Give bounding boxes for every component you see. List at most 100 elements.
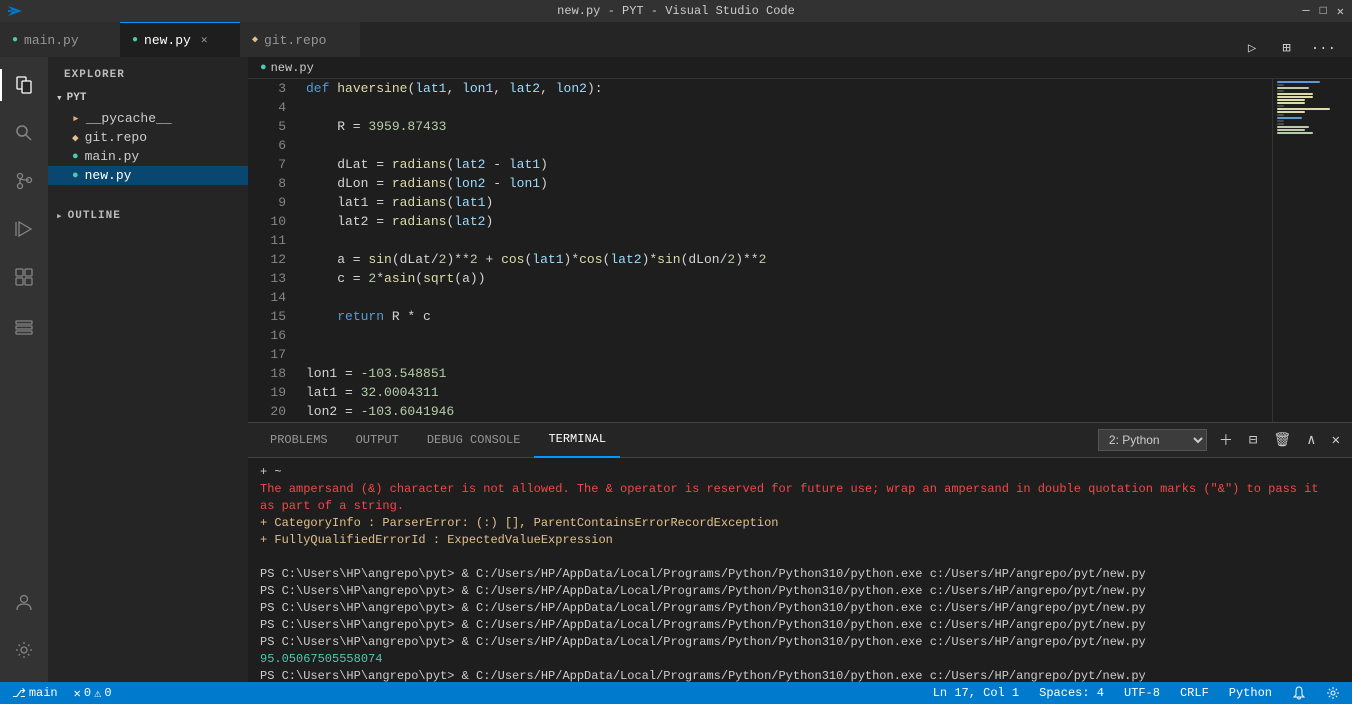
line-number: 4 — [260, 98, 286, 117]
tab-output[interactable]: OUTPUT — [342, 423, 413, 458]
new-py-icon: ● — [132, 35, 138, 46]
status-encoding[interactable]: UTF-8 — [1120, 686, 1164, 700]
git-repo-icon: ◆ — [252, 34, 258, 46]
code-line — [306, 326, 1264, 345]
run-button[interactable]: ▷ — [1236, 40, 1268, 57]
tab-main-py[interactable]: ● main.py — [0, 22, 120, 57]
terminal-shell-select[interactable]: 2: Python 1: PowerShell — [1098, 429, 1207, 451]
terminal-chevron-up-btn[interactable]: ∧ — [1303, 430, 1319, 451]
minimap-lines — [1273, 79, 1352, 137]
activity-search[interactable] — [0, 109, 48, 157]
line-number: 14 — [260, 288, 286, 307]
code-line: lon2 = -103.6041946 — [306, 402, 1264, 421]
status-language[interactable]: Python — [1225, 686, 1276, 700]
activity-explorer[interactable] — [0, 61, 48, 109]
breadcrumb-text: new.py — [271, 61, 314, 75]
terminal-trash-btn[interactable]: 🗑 — [1269, 430, 1295, 451]
status-encoding-label: UTF-8 — [1124, 686, 1160, 700]
terminal-add-btn[interactable]: ＋ — [1215, 428, 1237, 452]
terminal-line: The ampersand (&) character is not allow… — [260, 481, 1340, 515]
tab-new-py-label: new.py — [144, 33, 191, 48]
status-bar: ⎇ main ✕ 0 ⚠ 0 Ln 17, Col 1 Spaces: 4 UT… — [0, 682, 1352, 704]
terminal-line: PS C:\Users\HP\angrepo\pyt> & C:/Users/H… — [260, 617, 1340, 634]
editor-area: ● new.py 34567891011121314151617181920 d… — [248, 57, 1352, 682]
status-spaces[interactable]: Spaces: 4 — [1035, 686, 1108, 700]
code-line: R = 3959.87433 — [306, 117, 1264, 136]
sidebar-outline[interactable]: ▸ OUTLINE — [48, 205, 248, 227]
tab-git-repo[interactable]: ◆ git.repo — [240, 22, 360, 57]
layout-button[interactable]: ⊞ — [1276, 40, 1296, 57]
terminal-line — [260, 549, 1340, 566]
tab-debug-console[interactable]: DEBUG CONSOLE — [413, 423, 535, 458]
py-icon-new: ● — [72, 170, 79, 182]
activity-settings[interactable] — [0, 626, 48, 674]
tab-terminal[interactable]: TERMINAL — [534, 423, 620, 458]
warning-icon: ⚠ — [94, 686, 101, 701]
vscode-icon — [8, 4, 22, 18]
activity-run[interactable] — [0, 205, 48, 253]
terminal-line: 95.05067505558074 — [260, 651, 1340, 668]
status-branch[interactable]: ⎇ main — [8, 686, 62, 701]
line-number: 16 — [260, 326, 286, 345]
error-icon: ✕ — [74, 686, 81, 701]
code-line: lat2 = radians(lat2) — [306, 212, 1264, 231]
py-icon-main: ● — [72, 151, 79, 163]
tab-new-py[interactable]: ● new.py ✕ — [120, 22, 240, 57]
sidebar-project-title[interactable]: ▾ PYT — [48, 87, 248, 109]
close-btn[interactable]: ✕ — [1337, 4, 1344, 19]
line-number: 9 — [260, 193, 286, 212]
status-branch-label: main — [29, 686, 58, 700]
breadcrumb: ● new.py — [248, 57, 1352, 79]
status-position[interactable]: Ln 17, Col 1 — [929, 686, 1023, 700]
status-language-label: Python — [1229, 686, 1272, 700]
code-line — [306, 98, 1264, 117]
code-line — [306, 231, 1264, 250]
sidebar-outline-label: OUTLINE — [68, 210, 121, 222]
code-editor[interactable]: 34567891011121314151617181920 def havers… — [248, 79, 1272, 422]
code-line: dLon = radians(lon2 - lon1) — [306, 174, 1264, 193]
status-settings[interactable] — [1322, 686, 1344, 700]
sidebar-item-newpy[interactable]: ● new.py — [48, 166, 248, 185]
title-bar-left — [8, 4, 22, 18]
terminal-panel: PROBLEMS OUTPUT DEBUG CONSOLE TERMINAL 2… — [248, 422, 1352, 682]
tab-new-py-close[interactable]: ✕ — [201, 33, 208, 47]
line-numbers: 34567891011121314151617181920 — [248, 79, 298, 422]
status-errors[interactable]: ✕ 0 ⚠ 0 — [70, 686, 116, 701]
code-line — [306, 345, 1264, 364]
status-notifications[interactable] — [1288, 686, 1310, 700]
repo-icon: ◆ — [72, 131, 79, 145]
sidebar-item-pycache[interactable]: ▸ __pycache__ — [48, 109, 248, 128]
title-bar-right: ─ □ ✕ — [1302, 4, 1344, 19]
code-line: c = 2*asin(sqrt(a)) — [306, 269, 1264, 288]
activity-extensions[interactable] — [0, 253, 48, 301]
code-line — [306, 288, 1264, 307]
tab-bar-actions: ▷ ⊞ ··· — [1226, 40, 1352, 57]
code-line: return R * c — [306, 307, 1264, 326]
terminal-content[interactable]: + ~The ampersand (&) character is not al… — [248, 458, 1352, 682]
more-button[interactable]: ··· — [1305, 41, 1342, 57]
minimize-btn[interactable]: ─ — [1302, 4, 1309, 18]
terminal-line: + FullyQualifiedErrorId : ExpectedValueE… — [260, 532, 1340, 549]
tab-problems[interactable]: PROBLEMS — [256, 423, 342, 458]
terminal-line: PS C:\Users\HP\angrepo\pyt> & C:/Users/H… — [260, 600, 1340, 617]
chevron-right-icon: ▸ — [56, 209, 64, 223]
sidebar-pycache-label: __pycache__ — [86, 111, 172, 126]
activity-account[interactable] — [0, 578, 48, 626]
sidebar-gitrepo-label: git.repo — [85, 130, 147, 145]
status-warning-count: 0 — [104, 686, 111, 700]
terminal-close-btn[interactable]: ✕ — [1328, 430, 1344, 451]
sidebar-item-mainpy[interactable]: ● main.py — [48, 147, 248, 166]
terminal-split-btn[interactable]: ⊟ — [1245, 430, 1261, 451]
activity-table[interactable] — [0, 305, 48, 353]
line-number: 5 — [260, 117, 286, 136]
code-content[interactable]: def haversine(lat1, lon1, lat2, lon2): R… — [298, 79, 1272, 422]
code-line: a = sin(dLat/2)**2 + cos(lat1)*cos(lat2)… — [306, 250, 1264, 269]
minimap — [1272, 79, 1352, 422]
git-branch-icon: ⎇ — [12, 686, 26, 701]
status-eol[interactable]: CRLF — [1176, 686, 1213, 700]
sidebar-item-gitrepo[interactable]: ◆ git.repo — [48, 128, 248, 147]
activity-source-control[interactable] — [0, 157, 48, 205]
tab-git-repo-label: git.repo — [264, 33, 326, 48]
terminal-line: PS C:\Users\HP\angrepo\pyt> & C:/Users/H… — [260, 668, 1340, 682]
maximize-btn[interactable]: □ — [1320, 4, 1327, 18]
